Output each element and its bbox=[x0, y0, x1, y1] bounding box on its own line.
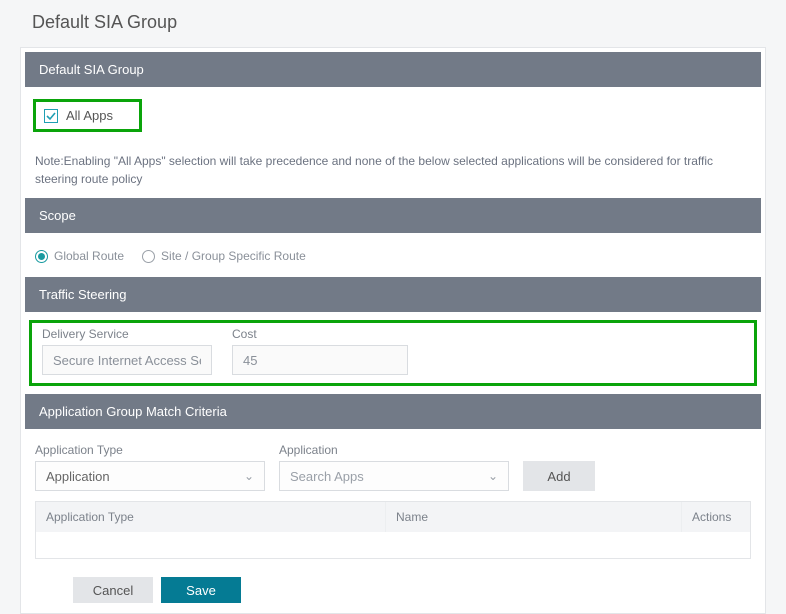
page-root: Default SIA Group Default SIA Group All … bbox=[0, 0, 786, 582]
add-button[interactable]: Add bbox=[523, 461, 595, 491]
section-header-group: Default SIA Group bbox=[25, 52, 761, 87]
application-placeholder: Search Apps bbox=[290, 469, 364, 484]
page-title: Default SIA Group bbox=[0, 0, 786, 47]
application-type-value: Application bbox=[46, 469, 110, 484]
match-table: Application Type Name Actions bbox=[35, 501, 751, 559]
application-label: Application bbox=[279, 443, 509, 457]
add-spacer bbox=[523, 443, 595, 457]
all-apps-checkbox[interactable] bbox=[44, 109, 58, 123]
delivery-service-label: Delivery Service bbox=[42, 327, 212, 341]
cost-input[interactable] bbox=[232, 345, 408, 375]
radio-global-label: Global Route bbox=[54, 249, 124, 263]
application-type-select[interactable]: Application ⌄ bbox=[35, 461, 265, 491]
scope-radio-row: Global Route Site / Group Specific Route bbox=[21, 241, 765, 273]
footer-buttons: Cancel Save bbox=[21, 569, 765, 613]
table-header: Application Type Name Actions bbox=[36, 502, 750, 532]
radio-site-route[interactable]: Site / Group Specific Route bbox=[142, 249, 306, 263]
all-apps-label: All Apps bbox=[66, 108, 113, 123]
main-panel: Default SIA Group All Apps Note:Enabling… bbox=[20, 47, 766, 614]
cost-label: Cost bbox=[232, 327, 408, 341]
application-type-label: Application Type bbox=[35, 443, 265, 457]
application-select[interactable]: Search Apps ⌄ bbox=[279, 461, 509, 491]
chevron-down-icon: ⌄ bbox=[244, 469, 254, 483]
all-apps-highlight: All Apps bbox=[33, 99, 142, 132]
radio-site-label: Site / Group Specific Route bbox=[161, 249, 306, 263]
cancel-button[interactable]: Cancel bbox=[73, 577, 153, 603]
all-apps-row: All Apps bbox=[21, 95, 765, 142]
col-actions: Actions bbox=[682, 502, 750, 532]
check-icon bbox=[46, 111, 56, 121]
all-apps-note: Note:Enabling "All Apps" selection will … bbox=[21, 142, 765, 194]
chevron-down-icon: ⌄ bbox=[488, 469, 498, 483]
section-header-traffic: Traffic Steering bbox=[25, 277, 761, 312]
save-button[interactable]: Save bbox=[161, 577, 241, 603]
radio-global-route[interactable]: Global Route bbox=[35, 249, 124, 263]
section-header-match: Application Group Match Criteria bbox=[25, 394, 761, 429]
col-name: Name bbox=[386, 502, 682, 532]
delivery-service-input[interactable] bbox=[42, 345, 212, 375]
match-criteria-row: Application Type Application ⌄ Applicati… bbox=[21, 437, 765, 501]
section-header-scope: Scope bbox=[25, 198, 761, 233]
traffic-steering-highlight: Delivery Service Cost bbox=[29, 320, 757, 386]
table-body-empty bbox=[36, 532, 750, 558]
col-application-type: Application Type bbox=[36, 502, 386, 532]
